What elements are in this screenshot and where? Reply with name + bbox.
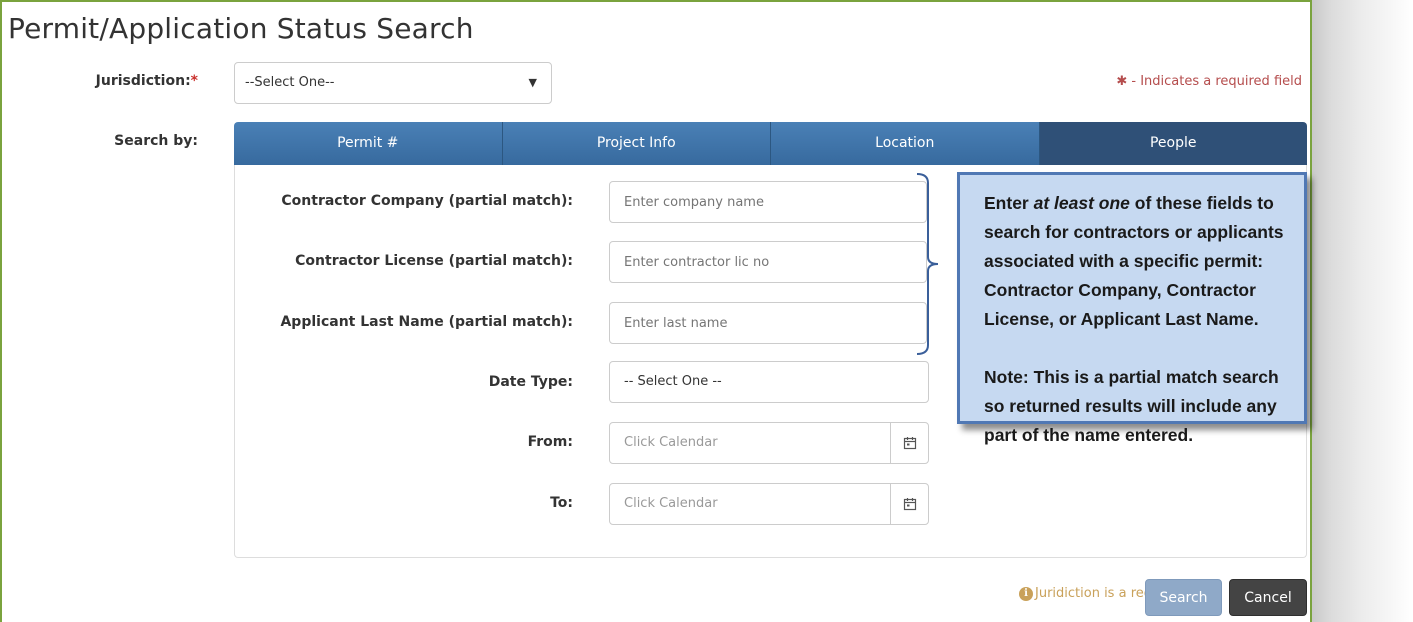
callout-line-2: search for contractors or applicants — [984, 222, 1284, 242]
date-type-select[interactable]: -- Select One -- — [609, 361, 929, 403]
jurisdiction-selected: --Select One-- — [245, 75, 335, 90]
search-frame: Permit/Application Status Search Jurisdi… — [0, 0, 1312, 622]
contractor-license-input[interactable] — [609, 241, 927, 283]
calendar-icon[interactable] — [890, 484, 928, 524]
callout-note-1: Note: This is a partial match search — [984, 367, 1279, 387]
callout-line-4: Contractor Company, Contractor — [984, 280, 1256, 300]
to-date-label: To: — [550, 495, 573, 511]
calendar-icon[interactable] — [890, 423, 928, 463]
info-icon: i — [1019, 586, 1033, 601]
search-button[interactable]: Search — [1145, 579, 1222, 616]
date-type-selected: -- Select One -- — [624, 374, 722, 389]
contractor-company-label: Contractor Company (partial match): — [281, 193, 573, 209]
bracket-annotation — [916, 173, 939, 355]
search-by-label: Search by: — [114, 133, 198, 149]
required-symbol: ✱ — [1116, 74, 1128, 89]
page-title: Permit/Application Status Search — [8, 12, 474, 45]
applicant-last-name-label: Applicant Last Name (partial match): — [280, 314, 573, 330]
from-date-label: From: — [527, 434, 573, 450]
from-date-input[interactable]: Click Calendar — [609, 422, 929, 464]
tab-location[interactable]: Location — [771, 122, 1040, 165]
search-tabs: Permit # Project Info Location People — [234, 122, 1307, 165]
contractor-company-input[interactable] — [609, 181, 927, 223]
required-asterisk: * — [190, 73, 198, 89]
callout-note-2: so returned results will include any — [984, 396, 1277, 416]
applicant-last-name-input[interactable] — [609, 302, 927, 344]
help-callout: Enter at least one of these fields to se… — [957, 172, 1307, 445]
from-date-placeholder: Click Calendar — [624, 435, 718, 450]
date-type-label: Date Type: — [488, 374, 573, 390]
to-date-placeholder: Click Calendar — [624, 496, 718, 511]
required-field-note: ✱ - Indicates a required field — [1116, 74, 1302, 89]
callout-note-3: part of the name entered. — [984, 425, 1194, 445]
page-edge-shadow — [1312, 0, 1413, 622]
callout-line-3: associated with a specific permit: — [984, 251, 1264, 271]
jurisdiction-select[interactable]: --Select One-- ▼ — [234, 62, 552, 104]
tab-permit-number[interactable]: Permit # — [234, 122, 503, 165]
callout-line-5: License, or Applicant Last Name. — [984, 309, 1259, 329]
callout-line-1: Enter at least one of these fields to — [984, 193, 1274, 213]
to-date-input[interactable]: Click Calendar — [609, 483, 929, 525]
cancel-button[interactable]: Cancel — [1229, 579, 1307, 616]
caret-down-icon: ▼ — [528, 76, 537, 89]
tab-project-info[interactable]: Project Info — [502, 122, 771, 165]
contractor-license-label: Contractor License (partial match): — [295, 253, 573, 269]
jurisdiction-label: Jurisdiction:* — [95, 73, 198, 89]
tab-people[interactable]: People — [1039, 122, 1307, 165]
